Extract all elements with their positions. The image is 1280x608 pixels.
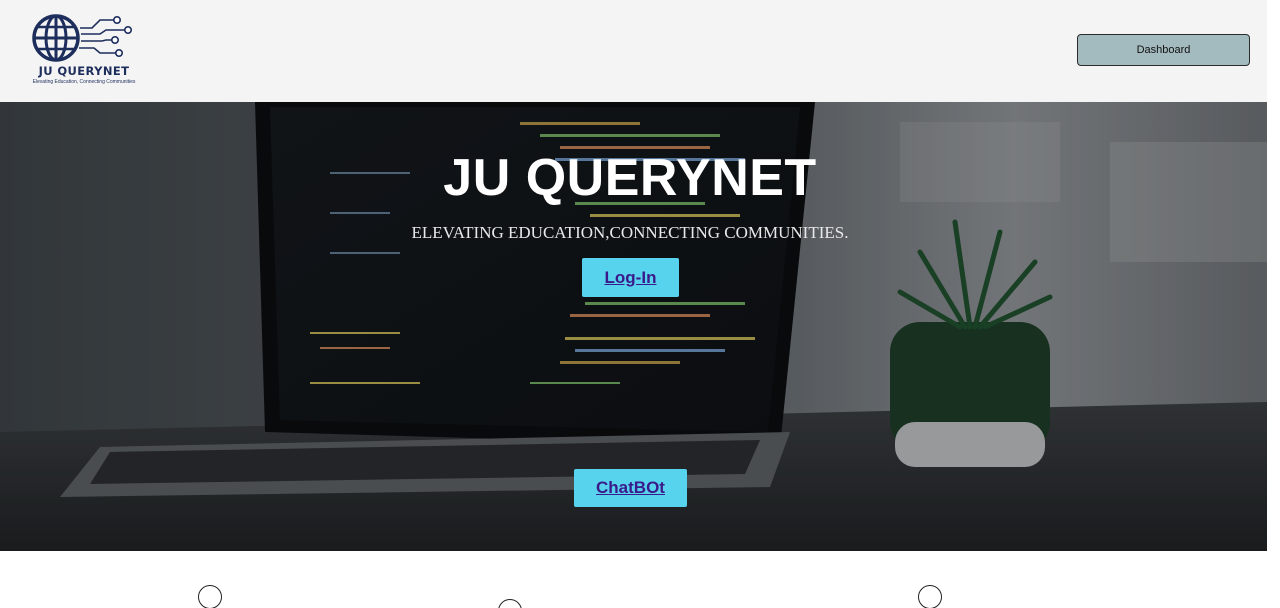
page-edge xyxy=(1267,0,1280,608)
feature-circle-icon xyxy=(198,585,222,608)
logo-title: JU QUERYNET xyxy=(38,64,130,78)
feature-circle-icon xyxy=(498,599,522,608)
hero-title: JU QUERYNET xyxy=(443,149,817,207)
dashboard-button[interactable]: Dashboard xyxy=(1077,34,1250,66)
site-logo[interactable]: JU QUERYNET Elevating Education, Connect… xyxy=(30,10,138,90)
logo-tagline: Elevating Education, Connecting Communit… xyxy=(32,79,136,85)
feature-circle-icon xyxy=(918,585,942,608)
hero-section: JU QUERYNET ELEVATING EDUCATION,CONNECTI… xyxy=(0,102,1267,551)
globe-circuit-icon xyxy=(32,14,133,62)
hero-subtitle: ELEVATING EDUCATION,CONNECTING COMMUNITI… xyxy=(411,223,849,242)
login-button[interactable]: Log-In xyxy=(582,258,679,297)
chatbot-button[interactable]: ChatBOt xyxy=(574,469,687,507)
site-header: JU QUERYNET Elevating Education, Connect… xyxy=(0,0,1267,102)
